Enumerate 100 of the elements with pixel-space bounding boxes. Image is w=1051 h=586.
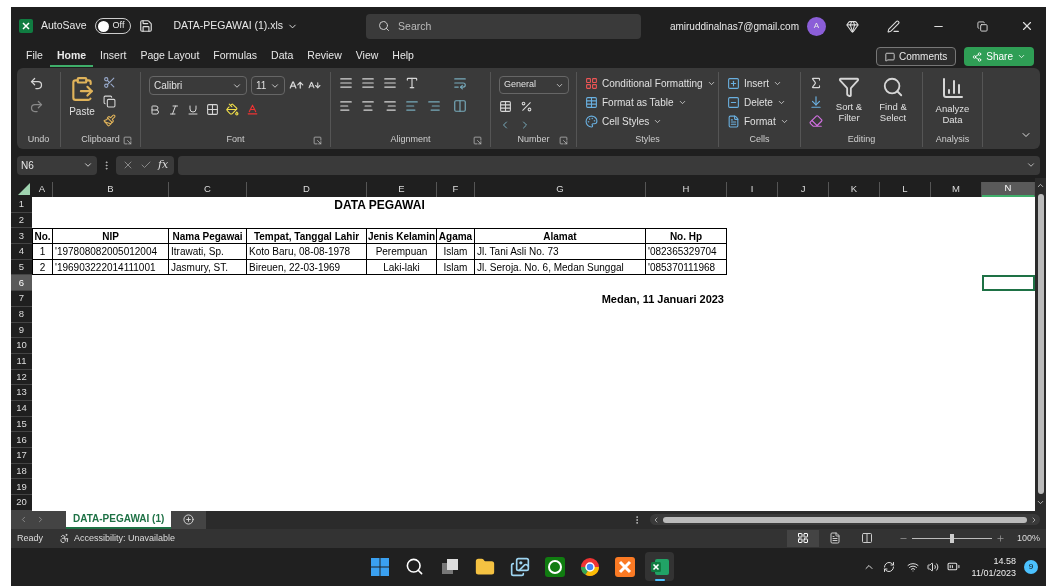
caret-icon	[773, 79, 782, 88]
status-text: Ready	[17, 531, 43, 545]
align-right-icon[interactable]	[383, 99, 397, 113]
row-header[interactable]: 3	[11, 228, 32, 245]
column-heading-cell: No. Hp	[646, 228, 727, 245]
dialog-launcher-icon[interactable]	[123, 135, 132, 145]
xbox-icon	[544, 556, 565, 577]
zoom-reading[interactable]: 100%	[1016, 531, 1040, 545]
eraser-icon[interactable]	[809, 114, 823, 128]
align-center-icon[interactable]	[361, 99, 375, 113]
zoom-slider[interactable]	[911, 533, 992, 543]
zoom-in-icon[interactable]	[995, 533, 1005, 543]
column-heading-cell: Jenis Kelamin	[367, 228, 437, 245]
sum-icon[interactable]	[809, 76, 823, 90]
active-cell[interactable]	[982, 275, 1035, 292]
vertical-scrollbar[interactable]	[1035, 178, 1046, 511]
scroll-up-icon[interactable]	[1036, 181, 1045, 190]
font-name-dropdown[interactable]: Calibri	[149, 76, 247, 95]
enter-icon[interactable]	[140, 159, 152, 171]
accessibility-status[interactable]: Accessibility: Unavailable	[74, 531, 176, 545]
search-field[interactable]: Search	[366, 13, 642, 39]
italic-icon[interactable]	[168, 103, 180, 116]
expand-icon[interactable]	[1026, 160, 1036, 170]
add-sheet-icon[interactable]	[183, 514, 195, 526]
save-icon[interactable]	[139, 19, 154, 33]
ribbon-tab[interactable]: View	[348, 46, 386, 67]
column-header[interactable]: N	[982, 182, 1035, 197]
style-button[interactable]: Format as Table	[585, 95, 716, 110]
style-button[interactable]: Conditional Formatting	[585, 76, 716, 91]
percent-icon[interactable]	[520, 100, 533, 113]
photos-icon	[509, 556, 530, 577]
ribbon-tab[interactable]: Help	[385, 46, 421, 67]
analyze-data-button[interactable]: Analyze Data	[931, 76, 974, 125]
style-button[interactable]: Cell Styles	[585, 114, 716, 129]
fill-color-icon[interactable]	[226, 103, 239, 116]
editing-button[interactable]: Sort & Filter	[831, 76, 867, 128]
cells-button[interactable]: Insert	[727, 76, 789, 91]
worksheet-area[interactable]	[32, 197, 1035, 511]
table-cell: Jasmury, ST.	[169, 259, 247, 276]
file-name-button[interactable]: DATA-PEGAWAI (1).xls	[173, 18, 299, 34]
redo-icon[interactable]	[29, 99, 44, 114]
dialog-launcher-icon[interactable]	[313, 135, 322, 145]
ribbon-tab[interactable]: Data	[264, 46, 301, 67]
horizontal-scrollbar[interactable]	[650, 514, 1040, 526]
ribbon-tab[interactable]: Formulas	[206, 46, 265, 67]
ribbon-tab[interactable]: Insert	[93, 46, 134, 67]
avatar[interactable]: A	[807, 16, 826, 36]
insert-function-button[interactable]: fx	[158, 156, 169, 174]
group-label: Undo	[27, 133, 50, 147]
paintbrush-icon[interactable]	[103, 114, 116, 127]
name-box[interactable]: N6	[17, 155, 97, 175]
copy-icon[interactable]	[103, 95, 116, 108]
scissors-icon[interactable]	[103, 76, 116, 89]
formula-input[interactable]	[178, 155, 1040, 175]
underline-icon[interactable]	[187, 103, 199, 116]
fill-icon[interactable]	[809, 95, 823, 109]
wrap-text-icon[interactable]	[453, 76, 467, 90]
group-label: Styles	[635, 133, 660, 147]
align-left-icon[interactable]	[339, 99, 353, 113]
clock-time[interactable]: 14.58	[993, 554, 1016, 567]
volume-icon[interactable]	[926, 560, 939, 573]
column-heading-cell: NIP	[53, 228, 169, 245]
scroll-left-icon[interactable]	[652, 515, 660, 524]
ribbon-tab[interactable]: Page Layout	[133, 46, 207, 67]
editing-button[interactable]: Find & Select	[875, 76, 911, 128]
font-size-dropdown[interactable]: 11	[251, 76, 285, 95]
borders-icon[interactable]	[206, 103, 219, 116]
ribbon-tab[interactable]: Review	[300, 46, 349, 67]
accessibility-icon[interactable]	[59, 532, 70, 544]
zoom-thumb[interactable]	[949, 533, 954, 543]
cancel-icon[interactable]	[122, 159, 134, 171]
dialog-launcher-icon[interactable]	[559, 135, 568, 145]
paste-button[interactable]: Paste	[69, 76, 95, 119]
ribbon-tab[interactable]: File	[19, 46, 50, 67]
sync-icon[interactable]	[882, 560, 895, 573]
row-header[interactable]: 4	[11, 244, 32, 260]
undo-icon[interactable]	[29, 76, 44, 91]
cells-button[interactable]: Delete	[727, 95, 789, 110]
restore-icon[interactable]	[977, 20, 988, 32]
bold-icon[interactable]	[149, 103, 161, 116]
search-icon	[405, 557, 424, 577]
dialog-launcher-icon[interactable]	[473, 135, 482, 145]
number-format-dropdown[interactable]: General	[499, 76, 569, 94]
font-color-icon[interactable]	[246, 103, 259, 116]
view-button[interactable]	[786, 529, 819, 547]
pen-icon[interactable]	[887, 19, 900, 33]
row-header[interactable]: 6	[11, 275, 32, 292]
group-label: Number	[517, 133, 550, 147]
notification-badge[interactable]: 9	[1024, 559, 1038, 574]
wifi-icon[interactable]	[906, 560, 919, 573]
date-text: Medan, 11 Januari 2023	[601, 291, 724, 307]
select-all-icon[interactable]	[18, 183, 30, 195]
diamond-icon[interactable]	[846, 19, 859, 33]
table-cell: Perempuan	[367, 244, 437, 260]
taskbar-button[interactable]	[645, 552, 674, 582]
comments-button[interactable]: Comments	[875, 47, 957, 66]
scroll-right-icon[interactable]	[1030, 515, 1038, 524]
close-icon[interactable]	[1020, 19, 1034, 33]
cells-button[interactable]: Format	[727, 114, 789, 129]
clock-date[interactable]: 11/01/2023	[971, 566, 1016, 579]
